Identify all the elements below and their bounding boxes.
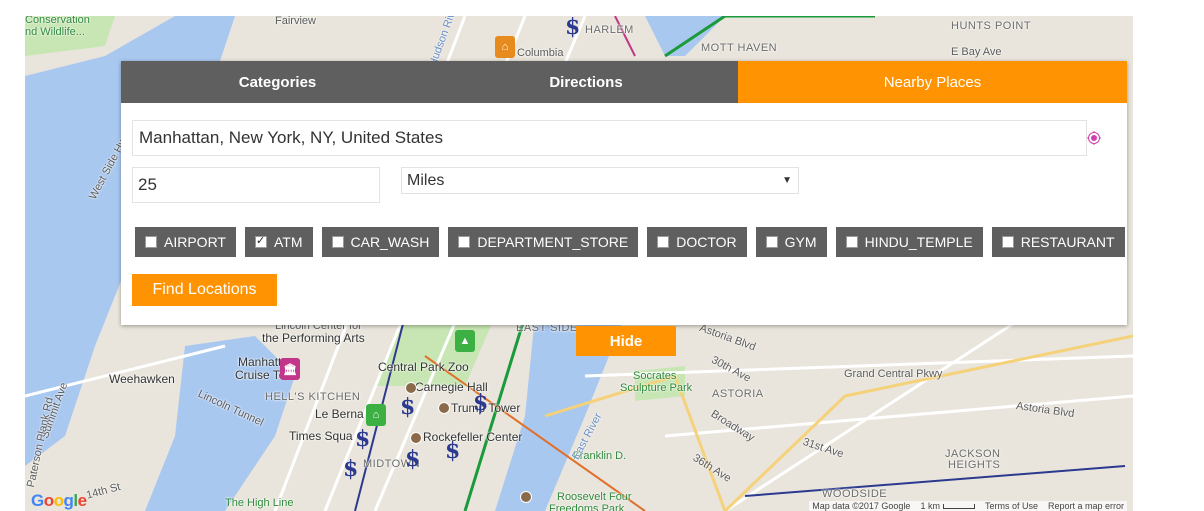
map-label: the Performing Arts	[262, 331, 365, 345]
map-data-text: Map data ©2017 Google	[812, 501, 911, 511]
atm-marker-icon[interactable]: $	[473, 390, 488, 416]
map-label: HELL'S KITCHEN	[265, 391, 361, 403]
landmark-marker-icon[interactable]: ⌂	[366, 404, 386, 426]
category-label: AIRPORT	[164, 234, 226, 250]
category-label: HINDU_TEMPLE	[864, 234, 973, 250]
map-label: MOTT HAVEN	[701, 42, 778, 54]
poi-marker-icon[interactable]	[410, 432, 422, 444]
map-label: E Bay Ave	[951, 46, 1002, 58]
category-list: AIRPORT ATM CAR_WASH DEPARTMENT_STORE DO…	[135, 227, 1125, 257]
category-doctor[interactable]: DOCTOR	[647, 227, 747, 257]
map-label: Roosevelt Four	[557, 491, 632, 503]
checkbox-checked-icon[interactable]	[254, 234, 267, 248]
map-label: Columbia	[517, 47, 564, 59]
map-label: Conservation	[25, 16, 90, 26]
map-label: Times Squa	[289, 429, 353, 443]
category-label: ATM	[273, 234, 303, 250]
category-restaurant[interactable]: RESTAURANT	[991, 227, 1125, 257]
category-department-store[interactable]: DEPARTMENT_STORE	[448, 227, 639, 257]
checkbox-icon[interactable]	[765, 236, 778, 248]
tab-directions[interactable]: Directions	[434, 61, 738, 103]
university-marker-icon[interactable]: ⌂	[495, 36, 515, 58]
atm-marker-icon[interactable]: $	[445, 438, 460, 464]
tab-categories[interactable]: Categories	[121, 61, 434, 103]
poi-marker-icon[interactable]	[520, 491, 532, 503]
category-label: DEPARTMENT_STORE	[477, 234, 629, 250]
tab-nearby-places[interactable]: Nearby Places	[738, 61, 1127, 103]
park-marker-icon[interactable]: ▲	[455, 330, 475, 352]
atm-marker-icon[interactable]: $	[405, 446, 420, 472]
map-scale: 1 km	[920, 501, 975, 511]
map-label: HUNTS POINT	[951, 20, 1032, 32]
terms-link[interactable]: Terms of Use	[985, 501, 1038, 511]
central-park	[375, 316, 495, 386]
map-label: Socrates	[633, 370, 677, 382]
category-gym[interactable]: GYM	[755, 227, 827, 257]
category-label: RESTAURANT	[1020, 234, 1115, 250]
museum-marker-icon[interactable]: 🏛︎	[280, 358, 300, 380]
map-footer: Map data ©2017 Google 1 km Terms of Use …	[809, 501, 1127, 511]
unit-select-value: Miles	[407, 172, 445, 189]
unit-select[interactable]: Miles ▼	[401, 167, 799, 194]
checkbox-icon[interactable]	[145, 236, 157, 248]
nearby-search-panel: Categories Directions Nearby Places Manh…	[121, 61, 1127, 325]
dropdown-arrow-icon: ▼	[782, 175, 792, 186]
atm-marker-icon[interactable]: $	[355, 426, 370, 452]
atm-marker-icon[interactable]: $	[400, 394, 415, 420]
checkbox-icon[interactable]	[845, 236, 858, 248]
map-label: nd Wildlife...	[25, 26, 85, 38]
poi-marker-icon[interactable]	[438, 402, 450, 414]
radius-input[interactable]: 25	[132, 167, 380, 203]
google-logo: Google	[31, 491, 87, 510]
map-label: HEIGHTS	[948, 459, 1001, 471]
category-label: CAR_WASH	[350, 234, 430, 250]
checkbox-icon[interactable]	[331, 236, 344, 248]
map-label: Freedoms Park	[549, 503, 625, 511]
checkbox-icon[interactable]	[458, 236, 471, 248]
tab-bar: Categories Directions Nearby Places	[121, 61, 1127, 103]
hide-button[interactable]: Hide	[576, 326, 676, 356]
category-hindu-temple[interactable]: HINDU_TEMPLE	[835, 227, 983, 257]
locate-me-icon[interactable]	[1087, 131, 1101, 145]
category-car-wash[interactable]: CAR_WASH	[321, 227, 440, 257]
map-label: Le Berna	[315, 407, 364, 421]
poi-marker-icon[interactable]	[405, 382, 417, 394]
atm-marker-icon[interactable]: $	[343, 456, 358, 482]
report-error-link[interactable]: Report a map error	[1048, 501, 1124, 511]
category-airport[interactable]: AIRPORT	[135, 227, 236, 257]
find-locations-button[interactable]: Find Locations	[132, 274, 277, 306]
map-label: HARLEM	[585, 24, 634, 36]
map-label: The High Line	[225, 497, 294, 509]
map-label: Rockefeller Center	[423, 430, 523, 444]
map-label: Fairview	[275, 16, 316, 27]
category-atm[interactable]: ATM	[244, 227, 313, 257]
category-label: DOCTOR	[676, 234, 737, 250]
map-label: Grand Central Pkwy	[844, 368, 943, 380]
checkbox-icon[interactable]	[1001, 236, 1014, 248]
map-label: WOODSIDE	[822, 488, 888, 500]
category-label: GYM	[784, 234, 817, 250]
checkbox-icon[interactable]	[657, 236, 670, 248]
map-label: Central Park Zoo	[378, 360, 469, 374]
map-label: Sculpture Park	[620, 382, 693, 394]
map-label: ASTORIA	[712, 388, 764, 400]
location-input[interactable]: Manhattan, New York, NY, United States	[132, 120, 1087, 156]
map-label: Weehawken	[109, 372, 175, 386]
atm-marker-icon[interactable]: $	[565, 16, 580, 40]
